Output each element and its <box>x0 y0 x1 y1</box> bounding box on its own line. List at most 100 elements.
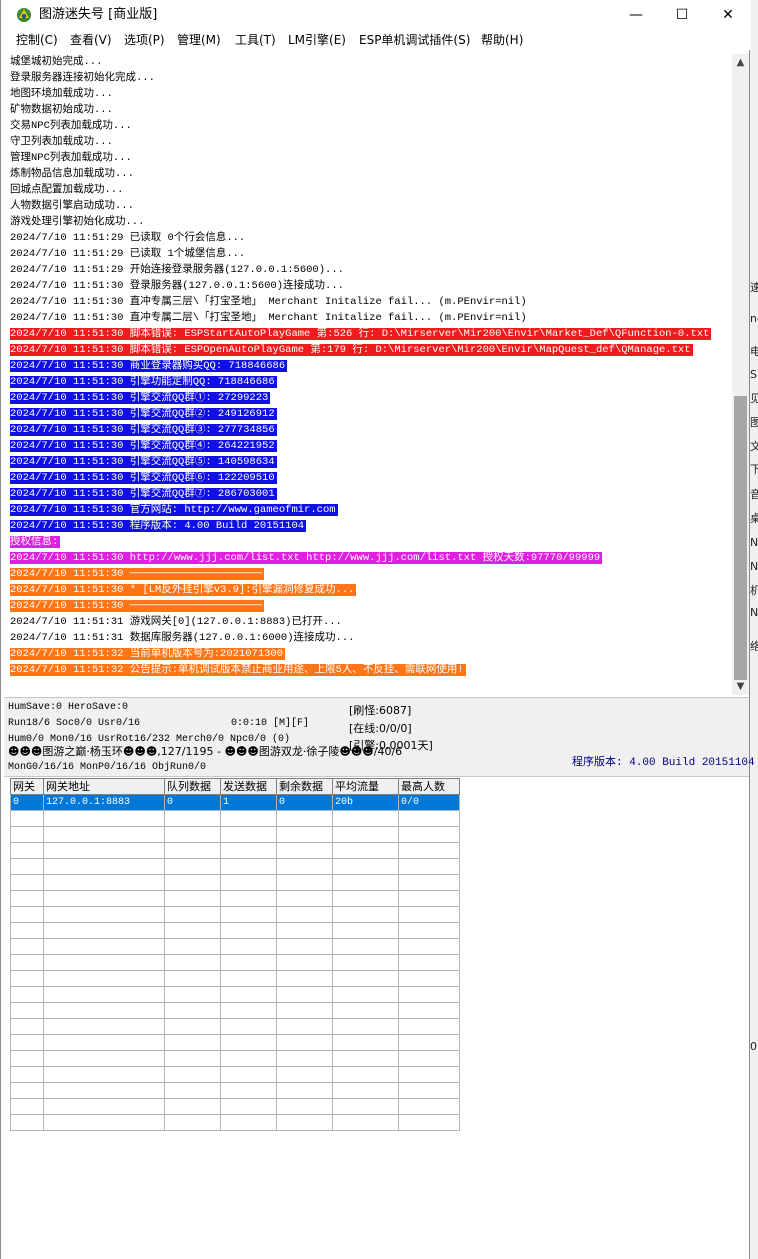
table-cell[interactable] <box>398 842 460 859</box>
log-scrollbar[interactable]: ▲ ▼ <box>732 54 749 695</box>
table-cell[interactable] <box>220 906 277 923</box>
table-cell[interactable] <box>43 1082 165 1099</box>
table-cell[interactable] <box>276 1018 333 1035</box>
scroll-thumb[interactable] <box>734 396 747 680</box>
table-cell[interactable] <box>276 1050 333 1067</box>
column-header[interactable]: 剩余数据 <box>276 778 333 795</box>
table-cell[interactable] <box>332 858 399 875</box>
table-cell[interactable] <box>10 826 44 843</box>
desktop-icon-label[interactable]: 图 <box>750 416 758 430</box>
table-cell[interactable] <box>164 810 221 827</box>
table-cell[interactable] <box>276 1082 333 1099</box>
table-row[interactable] <box>10 922 460 939</box>
table-cell[interactable] <box>332 1002 399 1019</box>
table-cell[interactable] <box>332 1050 399 1067</box>
desktop-icon-label[interactable]: 电 <box>750 345 758 359</box>
desktop-icon-label[interactable]: SD <box>750 368 758 382</box>
table-cell[interactable]: 0 <box>10 794 44 811</box>
table-cell[interactable] <box>10 1018 44 1035</box>
menu-help[interactable]: 帮助(H) <box>481 32 523 48</box>
table-cell[interactable] <box>332 1114 399 1131</box>
table-cell[interactable] <box>220 858 277 875</box>
table-row[interactable] <box>10 1018 460 1035</box>
table-cell[interactable] <box>332 826 399 843</box>
table-cell[interactable] <box>332 986 399 1003</box>
table-cell[interactable] <box>10 858 44 875</box>
desktop-icon-label[interactable]: 络 <box>750 640 758 654</box>
table-cell[interactable] <box>10 1066 44 1083</box>
table-cell[interactable] <box>220 1114 277 1131</box>
table-cell[interactable] <box>10 986 44 1003</box>
table-cell[interactable] <box>164 1066 221 1083</box>
table-row[interactable] <box>10 954 460 971</box>
table-cell[interactable] <box>10 842 44 859</box>
table-cell[interactable] <box>276 1002 333 1019</box>
table-cell[interactable] <box>10 1034 44 1051</box>
scroll-up-button[interactable]: ▲ <box>732 54 749 71</box>
table-cell[interactable] <box>332 810 399 827</box>
table-row[interactable] <box>10 1082 460 1099</box>
desktop-icon-label[interactable]: 音 <box>750 488 758 502</box>
table-cell[interactable] <box>10 938 44 955</box>
desktop-icon-label[interactable]: 下 <box>750 463 758 477</box>
table-cell[interactable] <box>398 1034 460 1051</box>
title-bar[interactable]: 图游迷失号 [商业版] — ☐ ✕ <box>1 0 751 30</box>
table-row[interactable] <box>10 1034 460 1051</box>
table-row[interactable]: 0 127.0.0.1:8883 0 1 0 20b 0/0 <box>10 794 460 811</box>
table-cell[interactable] <box>164 954 221 971</box>
table-cell[interactable] <box>332 1066 399 1083</box>
table-cell[interactable] <box>43 1098 165 1115</box>
minimize-button[interactable]: — <box>613 0 659 30</box>
table-cell[interactable] <box>10 874 44 891</box>
table-row[interactable] <box>10 1066 460 1083</box>
table-cell[interactable] <box>398 810 460 827</box>
table-cell[interactable] <box>220 890 277 907</box>
table-cell[interactable] <box>43 954 165 971</box>
table-cell[interactable] <box>276 842 333 859</box>
table-row[interactable] <box>10 858 460 875</box>
table-cell[interactable] <box>398 890 460 907</box>
table-cell[interactable] <box>398 1018 460 1035</box>
table-cell[interactable] <box>220 1002 277 1019</box>
desktop-icon-label[interactable]: ne <box>750 312 758 326</box>
table-cell[interactable] <box>332 1034 399 1051</box>
table-cell[interactable] <box>398 986 460 1003</box>
table-row[interactable] <box>10 970 460 987</box>
table-cell[interactable] <box>332 1018 399 1035</box>
table-cell[interactable] <box>43 1066 165 1083</box>
column-header[interactable]: 网关 <box>10 778 44 795</box>
table-cell[interactable] <box>332 970 399 987</box>
table-cell[interactable] <box>10 1098 44 1115</box>
table-cell[interactable] <box>164 842 221 859</box>
desktop-icon-label[interactable]: 桌 <box>750 512 758 526</box>
table-cell[interactable] <box>164 922 221 939</box>
desktop-icon-label[interactable]: 文 <box>750 440 758 454</box>
table-cell[interactable] <box>43 890 165 907</box>
table-cell[interactable] <box>276 954 333 971</box>
table-row[interactable] <box>10 1114 460 1131</box>
log-output[interactable]: 城堡城初始完成... 登录服务器连接初始化完成... 地图环境加载成功... 矿物数据… <box>10 54 732 694</box>
menu-control[interactable]: 控制(C) <box>16 32 58 48</box>
table-cell[interactable] <box>164 1034 221 1051</box>
table-cell[interactable] <box>398 1002 460 1019</box>
table-cell[interactable] <box>43 1050 165 1067</box>
menu-lm-engine[interactable]: LM引擎(E) <box>288 32 346 48</box>
menu-manage[interactable]: 管理(M) <box>177 32 221 48</box>
table-cell[interactable] <box>332 954 399 971</box>
table-cell[interactable] <box>276 922 333 939</box>
table-cell[interactable] <box>398 1050 460 1067</box>
table-row[interactable] <box>10 1098 460 1115</box>
table-cell[interactable] <box>10 1082 44 1099</box>
desktop-icon-label[interactable]: NV <box>750 536 758 550</box>
menu-view[interactable]: 查看(V) <box>70 32 112 48</box>
table-cell[interactable] <box>164 970 221 987</box>
table-cell[interactable] <box>398 1114 460 1131</box>
table-cell[interactable] <box>43 938 165 955</box>
table-row[interactable] <box>10 874 460 891</box>
table-cell[interactable] <box>276 938 333 955</box>
table-row[interactable] <box>10 826 460 843</box>
table-cell[interactable] <box>164 858 221 875</box>
table-cell[interactable] <box>220 970 277 987</box>
table-cell[interactable]: 20b <box>332 794 399 811</box>
table-cell[interactable] <box>10 922 44 939</box>
